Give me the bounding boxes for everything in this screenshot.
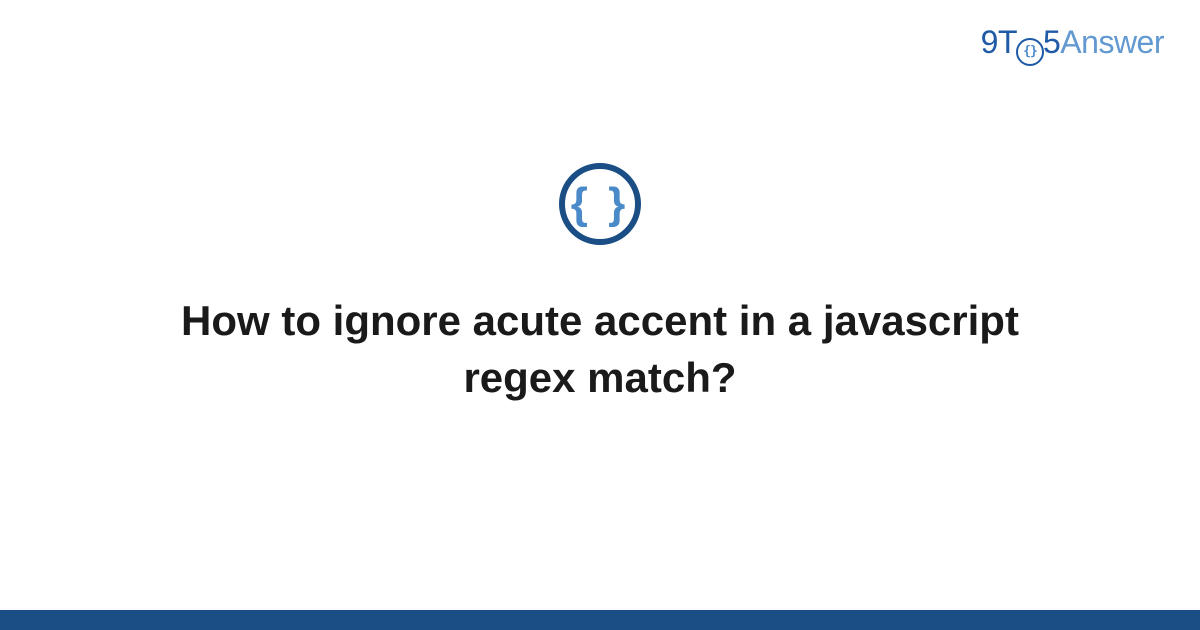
main-content: { } How to ignore acute accent in a java… bbox=[0, 0, 1200, 630]
question-title: How to ignore acute accent in a javascri… bbox=[150, 293, 1050, 406]
footer-bar bbox=[0, 610, 1200, 630]
category-icon: { } bbox=[559, 163, 641, 245]
braces-icon: { } bbox=[571, 182, 629, 226]
